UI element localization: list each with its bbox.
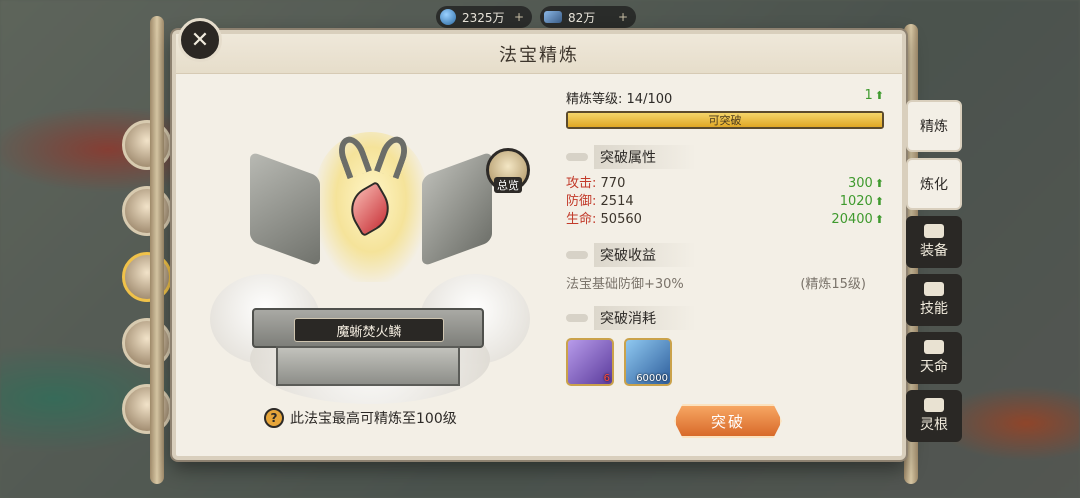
breakthrough-button[interactable]: 突破	[674, 404, 782, 438]
item-qty: 6	[603, 373, 610, 384]
refine-level-label: 精炼等级:	[566, 92, 623, 107]
section-header: 突破收益	[566, 243, 884, 267]
close-icon: ✕	[190, 27, 210, 53]
avatar[interactable]	[122, 384, 172, 434]
refine-info: 精炼等级: 14/100 1 ⬆ 可突破 突破属性 攻击: 770 300 ⬆ 防御…	[566, 88, 884, 386]
refine-progress-bar: 可突破	[566, 111, 884, 129]
breakthrough-gain-title: 突破收益	[594, 243, 696, 267]
max-level-note: ? 此法宝最高可精炼至100级	[264, 408, 457, 428]
gem-amount: 2325万	[462, 10, 505, 25]
stat-list: 攻击: 770 300 ⬆ 防御: 2514 1020 ⬆ 生命: 50560 20…	[566, 175, 884, 229]
arrow-up-icon: ⬆	[874, 89, 884, 102]
swirl-icon	[566, 153, 588, 161]
breakthrough-gain-note: (精炼15级)	[800, 277, 866, 292]
side-tabs: 精炼 炼化 装备 技能 天命 灵根	[906, 100, 964, 448]
arrow-up-icon: ⬆	[874, 177, 884, 190]
purple-crystal-item[interactable]: 6	[566, 338, 614, 386]
stat-row-attack: 攻击: 770 300 ⬆	[566, 175, 884, 193]
tab-icon	[924, 224, 944, 238]
panel-header: 法宝精炼	[176, 34, 902, 74]
tab-refine[interactable]: 精炼	[906, 100, 962, 152]
swirl-icon	[566, 314, 588, 322]
avatar[interactable]	[122, 120, 172, 170]
refine-panel: 法宝精炼 魔蜥焚火鳞 总览 ? 此法宝最高可精炼至100级 精炼等级: 14/1…	[172, 30, 906, 460]
artifact-display: 魔蜥焚火鳞 总览	[190, 84, 550, 404]
section-header: 突破消耗	[566, 306, 884, 330]
tab-label: 炼化	[920, 177, 948, 193]
stat-row-defense: 防御: 2514 1020 ⬆	[566, 193, 884, 211]
tab-skill[interactable]: 技能	[906, 274, 962, 326]
tab-label: 装备	[920, 243, 948, 259]
avatar[interactable]	[122, 318, 172, 368]
tab-label: 天命	[920, 359, 948, 375]
gem-icon	[440, 9, 456, 25]
currency-bar: 2325万 + 82万 +	[436, 6, 636, 28]
help-icon[interactable]: ?	[264, 408, 284, 428]
stat-gain: 300	[847, 176, 873, 191]
item-qty: 60000	[636, 373, 668, 384]
breakthrough-cost-title: 突破消耗	[594, 306, 696, 330]
overview-button[interactable]: 总览	[486, 148, 530, 193]
breakthrough-gain-text: 法宝基础防御+30%	[566, 277, 684, 292]
stat-key: 攻击:	[566, 176, 597, 191]
max-level-text: 此法宝最高可精炼至100级	[290, 411, 457, 427]
breakthrough-gain-row: 法宝基础防御+30% (精炼15级)	[566, 273, 884, 292]
pedestal-base	[276, 346, 460, 386]
ore-icon	[544, 11, 562, 23]
section-header: 突破属性	[566, 145, 884, 169]
gem-currency[interactable]: 2325万 +	[436, 6, 532, 28]
stat-key: 生命:	[566, 212, 597, 227]
stat-value: 50560	[600, 212, 642, 227]
pedestal-wing-right	[422, 151, 492, 267]
tab-smelt[interactable]: 炼化	[906, 158, 962, 210]
arrow-up-icon: ⬆	[874, 195, 884, 208]
stat-value: 2514	[600, 194, 634, 209]
overview-label: 总览	[494, 177, 522, 193]
close-button[interactable]: ✕	[178, 18, 222, 62]
stat-row-hp: 生命: 50560 20400 ⬆	[566, 211, 884, 229]
blue-ore-item[interactable]: 60000	[624, 338, 672, 386]
add-gem-icon[interactable]: +	[514, 10, 524, 24]
cost-list: 6 60000	[566, 338, 884, 386]
arrow-up-icon: ⬆	[874, 213, 884, 226]
tab-destiny[interactable]: 天命	[906, 332, 962, 384]
stat-gain: 1020	[839, 194, 873, 209]
tab-label: 精炼	[920, 119, 948, 135]
add-ore-icon[interactable]: +	[618, 10, 628, 24]
progress-label: 可突破	[708, 114, 742, 127]
tab-icon	[924, 340, 944, 354]
panel-title: 法宝精炼	[499, 44, 579, 66]
avatar[interactable]	[122, 252, 172, 302]
tab-label: 灵根	[920, 417, 948, 433]
breakthrough-attrs-title: 突破属性	[594, 145, 696, 169]
stat-gain: 20400	[831, 212, 873, 227]
tab-icon	[924, 398, 944, 412]
stat-key: 防御:	[566, 194, 597, 209]
pedestal-wing-left	[250, 151, 320, 267]
tab-equip[interactable]: 装备	[906, 216, 962, 268]
tab-spirit-root[interactable]: 灵根	[906, 390, 962, 442]
tab-label: 技能	[920, 301, 948, 317]
ore-currency[interactable]: 82万 +	[540, 6, 636, 28]
ore-amount: 82万	[568, 10, 596, 25]
refine-level-row: 精炼等级: 14/100 1 ⬆	[566, 88, 884, 107]
artifact-name-plate: 魔蜥焚火鳞	[294, 318, 444, 342]
tab-icon	[924, 282, 944, 296]
refine-level-gain: 1	[864, 88, 873, 103]
refine-level-value: 14/100	[626, 92, 673, 107]
swirl-icon	[566, 251, 588, 259]
avatar[interactable]	[122, 186, 172, 236]
stat-value: 770	[600, 176, 626, 191]
scroll-rail-left	[150, 16, 164, 484]
